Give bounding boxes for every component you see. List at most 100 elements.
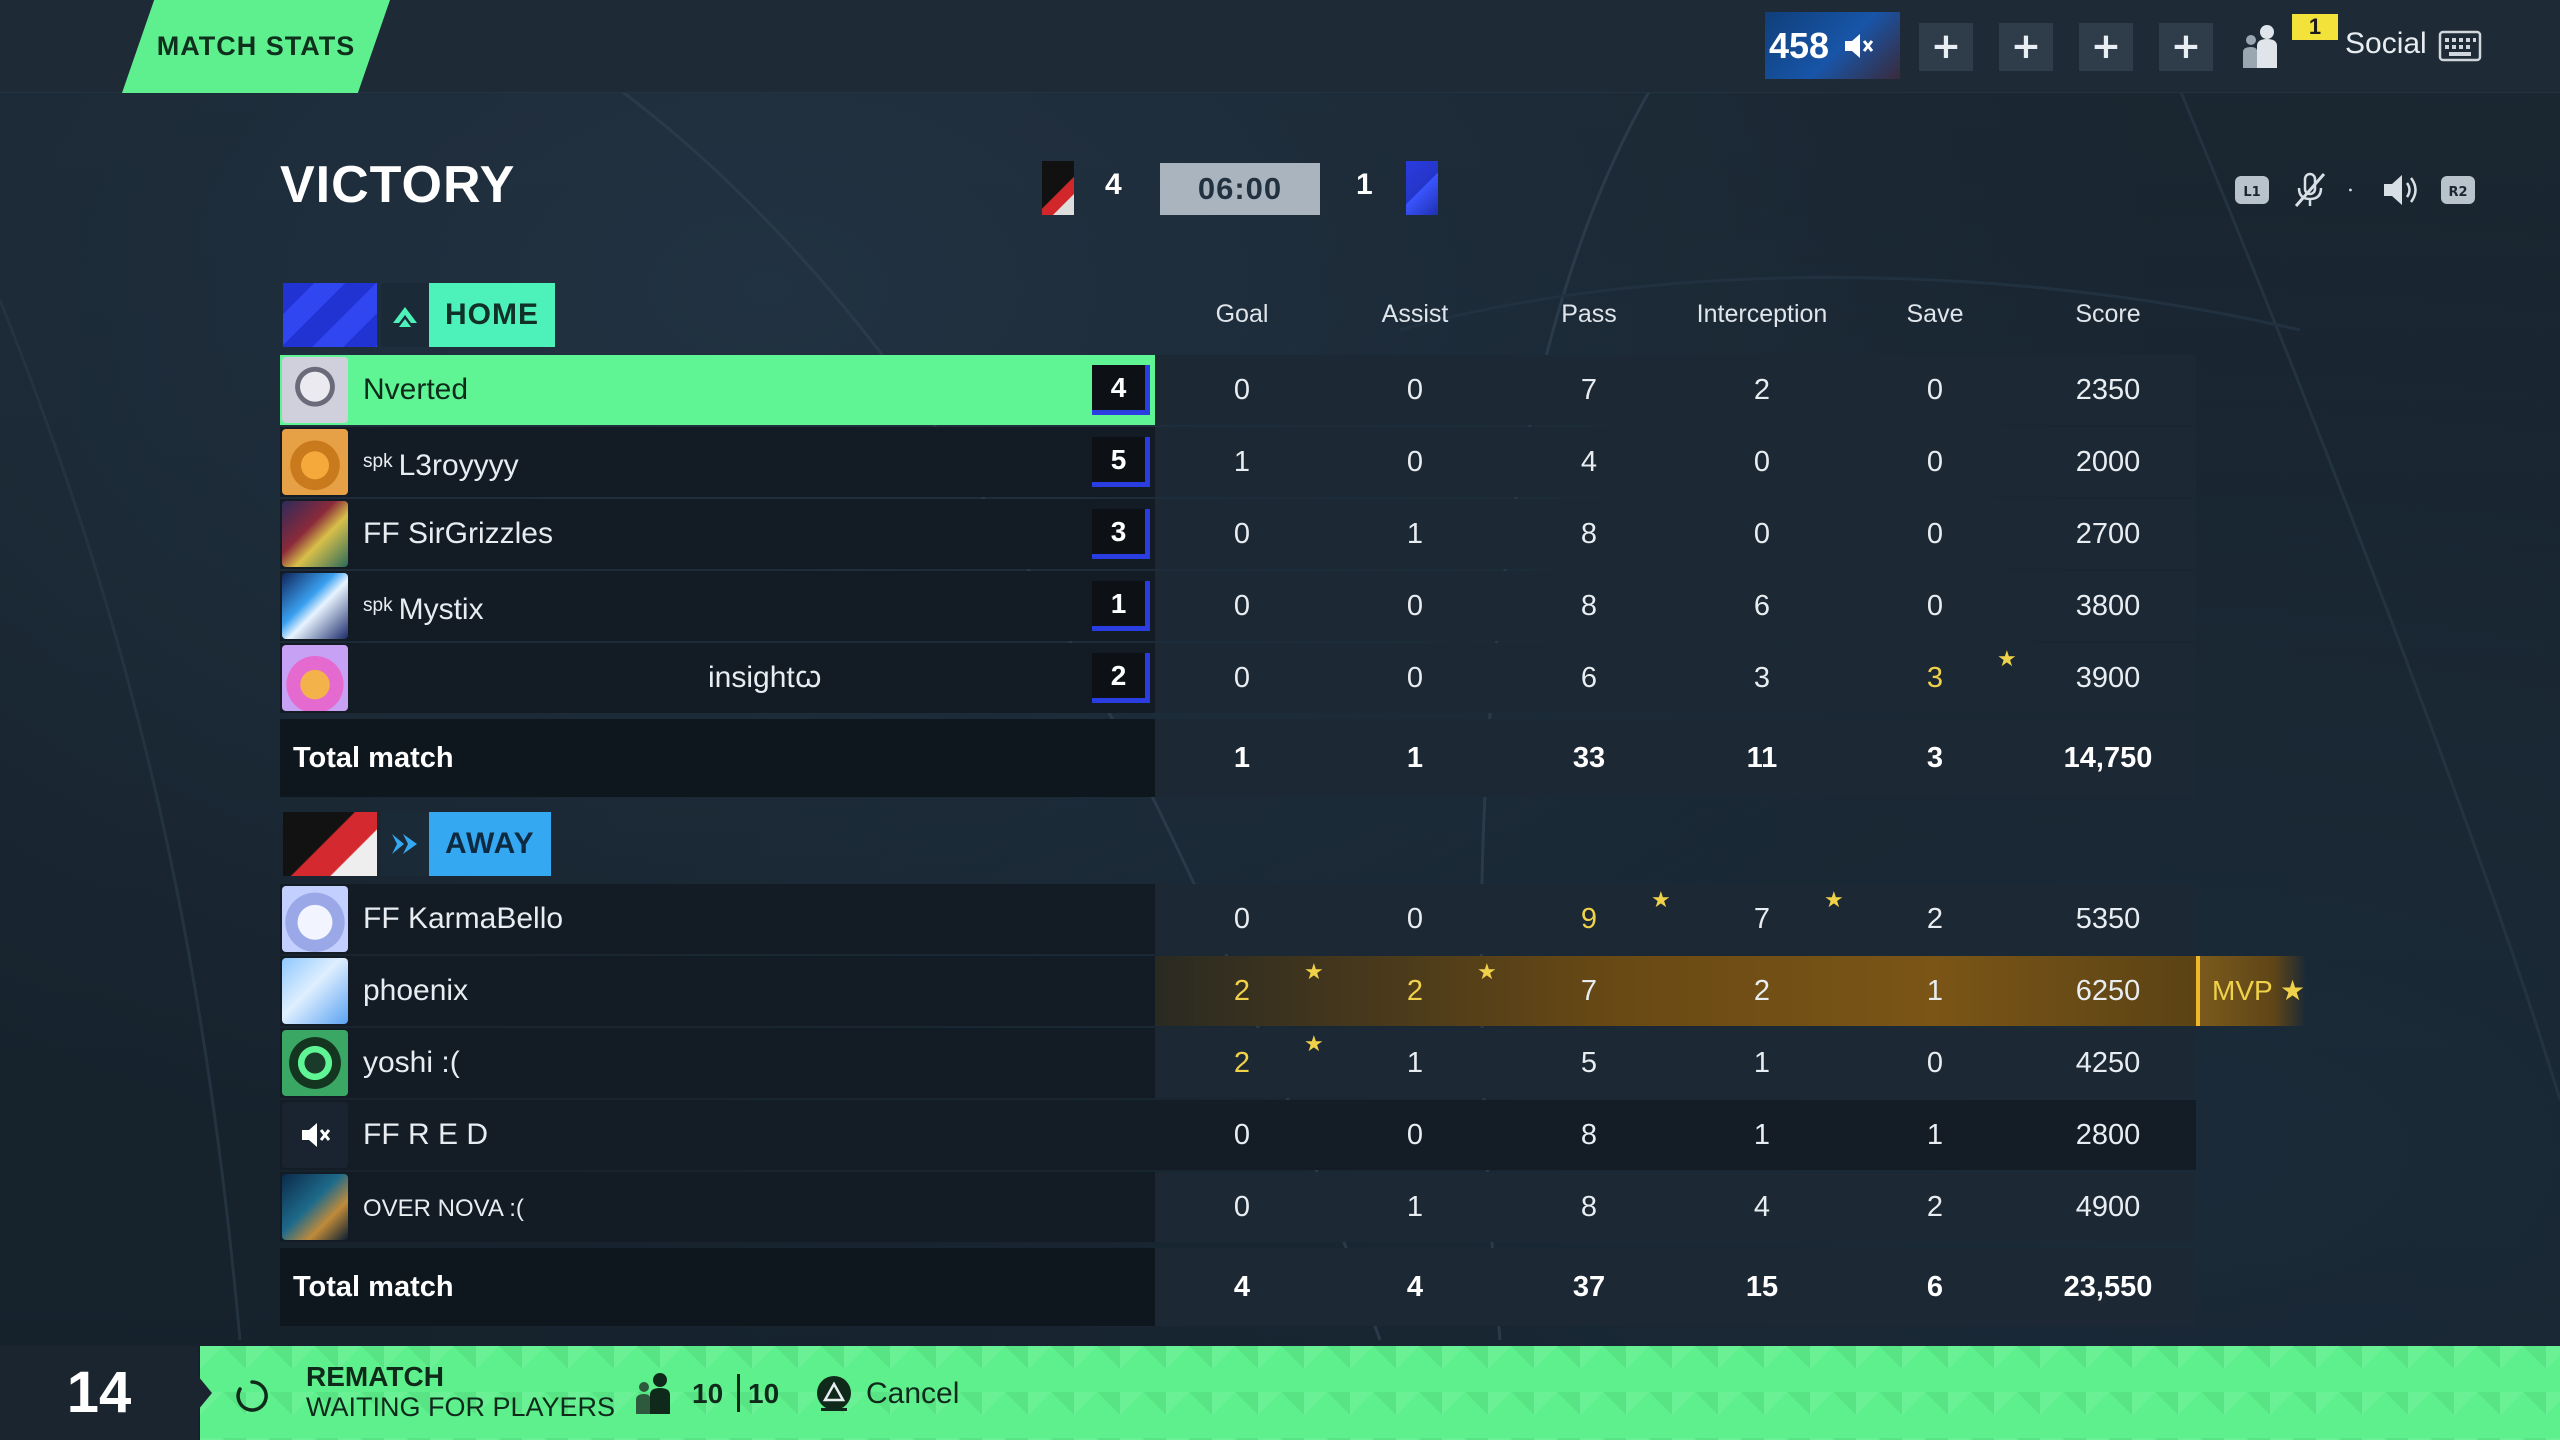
plus-button-4[interactable]: + — [2159, 23, 2213, 71]
total-save: 6 — [1926, 1271, 1944, 1303]
stat-score: 2000 — [2075, 446, 2141, 478]
player-name-text: FF KarmaBello — [363, 902, 564, 935]
player-row[interactable]: FF R E D 0 0 8 1 1 2800 — [280, 1100, 2196, 1170]
player-avatar[interactable] — [282, 886, 348, 952]
stat-interception: 3 — [1753, 662, 1771, 694]
tab-match-stats-label: MATCH STATS — [156, 31, 356, 61]
player-name: Nverted — [363, 355, 468, 425]
player-rank-badge: 4 — [1092, 365, 1150, 415]
player-avatar[interactable] — [282, 645, 348, 711]
player-avatar[interactable] — [282, 357, 348, 423]
stat-save: 3 — [1926, 662, 1944, 694]
stat-pass: 7 — [1580, 975, 1598, 1007]
player-avatar[interactable] — [282, 429, 348, 495]
muted-player-icon — [302, 1123, 331, 1147]
stat-save: 2 — [1926, 1191, 1944, 1223]
stat-pass: 6 — [1580, 662, 1598, 694]
stat-goal: 0 — [1233, 1119, 1251, 1151]
col-interception: Interception — [1696, 300, 1828, 328]
stat-goal: 0 — [1233, 374, 1251, 406]
rematch-status: WAITING FOR PLAYERS — [306, 1392, 616, 1422]
social-icon[interactable] — [2240, 22, 2284, 70]
player-rank-badge: 3 — [1092, 509, 1150, 559]
plus-button-2[interactable]: + — [1999, 23, 2053, 71]
total-goal: 4 — [1233, 1271, 1251, 1303]
stat-score: 2800 — [2075, 1119, 2141, 1151]
player-row[interactable]: spk Mystix 1 0 0 8 6 0 3800 — [280, 571, 2196, 641]
plus-button-3[interactable]: + — [2079, 23, 2133, 71]
home-team-pattern — [283, 283, 377, 347]
rb-icon[interactable]: R2 — [2438, 170, 2478, 210]
away-team-pattern — [283, 812, 377, 876]
volume-icon[interactable] — [2380, 170, 2420, 210]
total-save: 3 — [1926, 742, 1944, 774]
player-name: FF R E D — [363, 1100, 488, 1170]
total-score: 23,550 — [2063, 1271, 2153, 1303]
player-avatar[interactable] — [282, 1030, 348, 1096]
player-name: OVER NOVA :( — [363, 1172, 524, 1242]
total-pass: 37 — [1572, 1271, 1606, 1303]
player-row[interactable]: Nverted 4 0 0 7 2 0 2350 — [280, 355, 2196, 425]
stat-interception: 2 — [1753, 975, 1771, 1007]
mute-icon — [1845, 33, 1874, 58]
col-score: Score — [2075, 300, 2141, 328]
players-total-count: 10 — [748, 1378, 780, 1409]
stat-score: 2350 — [2075, 374, 2141, 406]
mic-off-icon[interactable] — [2290, 170, 2330, 210]
stat-pass: 8 — [1580, 1119, 1598, 1151]
player-avatar[interactable] — [282, 501, 348, 567]
player-row[interactable]: FF KarmaBello 0 0 9 7 2 5350 ★ ★ — [280, 884, 2196, 954]
cancel-button-icon[interactable] — [815, 1374, 853, 1412]
currency-display[interactable]: 458 — [1765, 12, 1900, 79]
mvp-badge: MVP ★ — [2196, 956, 2306, 1026]
away-team-emblem-icon — [381, 812, 429, 876]
social-label[interactable]: Social — [2345, 27, 2427, 61]
player-row[interactable]: yoshi :(2 1 5 1 0 4250 ★ — [280, 1028, 2196, 1098]
player-avatar[interactable] — [282, 573, 348, 639]
star-icon: ★ — [1304, 1032, 1324, 1057]
star-icon: ★ — [1477, 960, 1497, 985]
stat-interception: 6 — [1753, 590, 1771, 622]
keyboard-icon[interactable] — [2438, 30, 2482, 62]
total-label: Total match — [293, 1271, 454, 1303]
player-row[interactable]: insightꞷ 2 0 0 6 3 3 3900 ★ — [280, 643, 2196, 713]
stat-pass: 4 — [1580, 446, 1598, 478]
home-team-label: HOME — [429, 283, 555, 347]
player-name-text: insightꞷ — [708, 661, 822, 694]
stat-goal: 0 — [1233, 903, 1251, 935]
stat-score: 4250 — [2075, 1047, 2141, 1079]
svg-text:L1: L1 — [2243, 185, 2260, 200]
stat-assist: 0 — [1406, 903, 1424, 935]
stat-score: 6250 — [2075, 975, 2141, 1007]
player-name-text: OVER NOVA :( — [363, 1195, 524, 1222]
stat-goal: 2 — [1233, 1047, 1251, 1079]
stat-assist: 1 — [1406, 1191, 1424, 1223]
stat-save: 0 — [1926, 590, 1944, 622]
player-name-text: Nverted — [363, 373, 469, 406]
cancel-button[interactable]: Cancel — [866, 1377, 959, 1411]
stat-assist: 0 — [1406, 1119, 1424, 1151]
away-score: 1 — [1356, 168, 1373, 201]
col-save: Save — [1906, 300, 1964, 328]
player-name-text: FF SirGrizzles — [363, 517, 553, 550]
away-team-flag — [1406, 161, 1438, 215]
player-avatar[interactable] — [282, 1174, 348, 1240]
stat-assist: 0 — [1406, 374, 1424, 406]
stat-score: 3800 — [2075, 590, 2141, 622]
player-avatar[interactable] — [282, 958, 348, 1024]
player-row[interactable]: spk L3royyyy 5 1 0 4 0 0 2000 — [280, 427, 2196, 497]
player-name-text: Mystix — [398, 593, 484, 626]
stat-assist: 0 — [1406, 662, 1424, 694]
tab-match-stats[interactable]: MATCH STATS — [122, 0, 390, 93]
player-row[interactable]: phoenix 2 2 7 2 1 6250 ★ ★ MVP ★ — [280, 956, 2306, 1026]
lb-icon[interactable]: L1 — [2232, 170, 2272, 210]
player-row[interactable]: OVER NOVA :(0 1 8 4 2 4900 — [280, 1172, 2196, 1242]
stat-goal: 0 — [1233, 518, 1251, 550]
total-label: Total match — [293, 742, 454, 774]
plus-button-1[interactable]: + — [1919, 23, 1973, 71]
total-score: 14,750 — [2063, 742, 2153, 774]
star-icon: ★ — [1651, 888, 1671, 913]
svg-text:R2: R2 — [2448, 185, 2467, 200]
player-row[interactable]: FF SirGrizzles 3 0 1 8 0 0 2700 — [280, 499, 2196, 569]
player-avatar[interactable] — [282, 1102, 348, 1168]
